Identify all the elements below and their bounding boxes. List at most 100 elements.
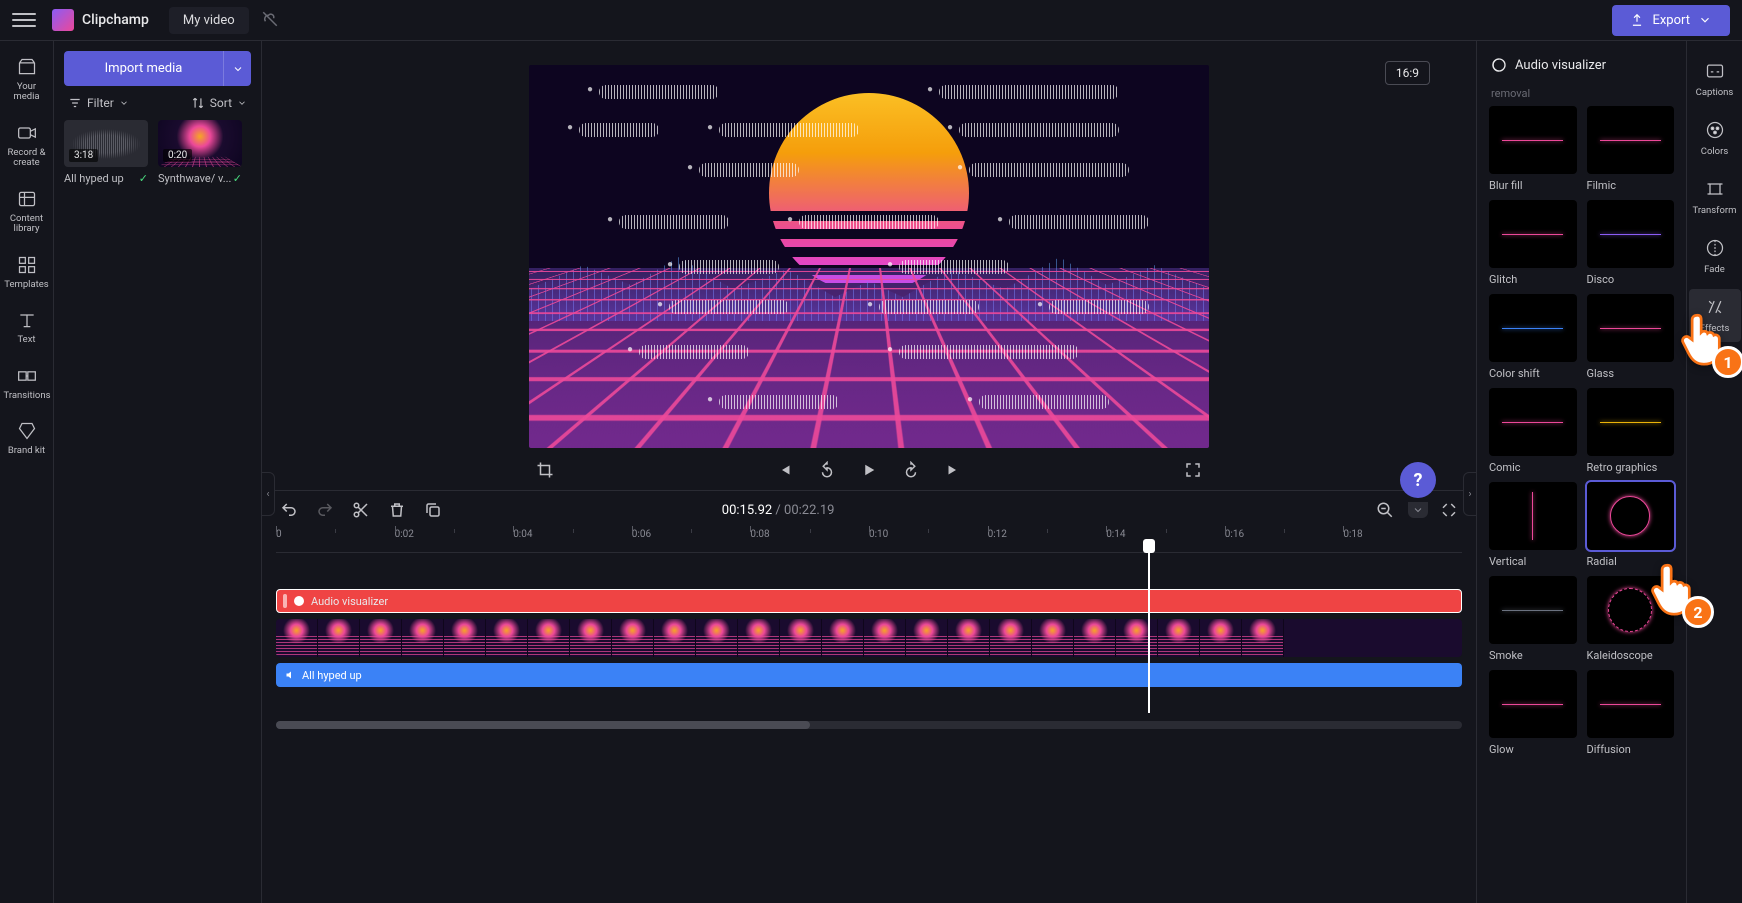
video-title-input[interactable]: My video xyxy=(169,7,249,34)
sync-off-icon[interactable] xyxy=(261,10,279,31)
video-preview[interactable] xyxy=(529,65,1209,448)
fx-label: Blur fill xyxy=(1489,179,1577,192)
brand-name: Clipchamp xyxy=(82,12,149,28)
undo-icon[interactable] xyxy=(280,501,298,519)
fx-label: Smoke xyxy=(1489,649,1577,662)
fx-item-filmic[interactable]: Filmic xyxy=(1587,106,1675,192)
effects-truncated-label: removal xyxy=(1485,87,1678,100)
rail-templates[interactable]: Templates xyxy=(2,247,52,298)
ruler-tick: 0:18 xyxy=(1343,529,1362,540)
fx-item-color-shift[interactable]: Color shift xyxy=(1489,294,1577,380)
track-audio-visualizer[interactable]: Audio visualizer xyxy=(276,589,1462,613)
crop-icon[interactable] xyxy=(535,460,555,480)
ruler-tick: 0:10 xyxy=(869,529,888,540)
import-media-button[interactable]: Import media xyxy=(64,51,223,86)
skip-back-icon[interactable] xyxy=(775,460,795,480)
panel-title: Audio visualizer xyxy=(1485,53,1678,87)
duplicate-icon[interactable] xyxy=(424,501,442,519)
sort-button[interactable]: Sort xyxy=(191,96,247,110)
media-panel: Import media Filter Sort 3:18 All hyped … xyxy=(54,41,262,903)
rr-effects[interactable]: Effects xyxy=(1689,289,1741,342)
skip-forward-icon[interactable] xyxy=(943,460,963,480)
export-button[interactable]: Export xyxy=(1612,5,1730,36)
left-nav-rail: Your media Record & create Content libra… xyxy=(0,41,54,903)
hamburger-icon[interactable] xyxy=(12,8,36,32)
fx-item-glow[interactable]: Glow xyxy=(1489,670,1577,756)
check-icon: ✓ xyxy=(139,172,148,185)
rail-transitions[interactable]: Transitions xyxy=(2,358,52,409)
fx-label: Glass xyxy=(1587,367,1675,380)
app-header: Clipchamp My video Export xyxy=(0,0,1742,41)
filter-button[interactable]: Filter xyxy=(68,96,129,110)
zoom-fit-icon[interactable] xyxy=(1440,501,1458,519)
fullscreen-icon[interactable] xyxy=(1183,460,1203,480)
media-item-video[interactable]: 0:20 Synthwave/ v...✓ xyxy=(158,120,242,185)
fx-item-radial[interactable]: Radial xyxy=(1587,482,1675,568)
fx-label: Retro graphics xyxy=(1587,461,1675,474)
zoom-out-icon[interactable] xyxy=(1376,501,1394,519)
fx-item-smoke[interactable]: Smoke xyxy=(1489,576,1577,662)
fx-label: Radial xyxy=(1587,555,1675,568)
ruler-tick: 0:12 xyxy=(988,529,1007,540)
rail-record[interactable]: Record & create xyxy=(2,115,52,177)
ruler-tick: 0:04 xyxy=(513,529,532,540)
fx-item-comic[interactable]: Comic xyxy=(1489,388,1577,474)
center-area: ‹ › 16:9 xyxy=(262,41,1476,903)
fx-label: Filmic xyxy=(1587,179,1675,192)
forward-icon[interactable] xyxy=(901,460,921,480)
fx-item-blur-fill[interactable]: Blur fill xyxy=(1489,106,1577,192)
timeline-toolbar: 00:15.92 / 00:22.19 xyxy=(262,490,1476,529)
rail-your-media[interactable]: Your media xyxy=(2,49,52,111)
check-icon: ✓ xyxy=(233,172,242,185)
time-display: 00:15.92 / 00:22.19 xyxy=(722,503,835,518)
media-item-audio[interactable]: 3:18 All hyped up✓ xyxy=(64,120,148,185)
fx-label: Color shift xyxy=(1489,367,1577,380)
rr-colors[interactable]: Colors xyxy=(1689,112,1741,165)
fx-item-disco[interactable]: Disco xyxy=(1587,200,1675,286)
track-video[interactable] xyxy=(276,619,1462,657)
fx-label: Vertical xyxy=(1489,555,1577,568)
aspect-ratio-button[interactable]: 16:9 xyxy=(1385,61,1430,85)
clipchamp-logo-icon xyxy=(52,9,74,31)
rail-brand-kit[interactable]: Brand kit xyxy=(2,413,52,464)
playhead[interactable] xyxy=(1148,549,1150,713)
export-label: Export xyxy=(1652,13,1690,28)
fx-item-vertical[interactable]: Vertical xyxy=(1489,482,1577,568)
ruler-tick: 0:16 xyxy=(1225,529,1244,540)
help-button[interactable]: ? xyxy=(1400,462,1436,498)
fx-label: Comic xyxy=(1489,461,1577,474)
delete-icon[interactable] xyxy=(388,501,406,519)
fx-item-glitch[interactable]: Glitch xyxy=(1489,200,1577,286)
rewind-icon[interactable] xyxy=(817,460,837,480)
play-icon[interactable] xyxy=(859,460,879,480)
timeline-tracks: Audio visualizer All hyped up xyxy=(262,553,1476,713)
import-media-dropdown[interactable] xyxy=(223,51,251,86)
rr-captions[interactable]: Captions xyxy=(1689,53,1741,106)
redo-icon[interactable] xyxy=(316,501,334,519)
fx-item-diffusion[interactable]: Diffusion xyxy=(1587,670,1675,756)
timeline-ruler[interactable]: 0 0:02 0:04 0:06 0:08 0:10 0:12 0:14 0:16 0:18 xyxy=(276,529,1462,553)
rail-text[interactable]: Text xyxy=(2,302,52,353)
fx-label: Glow xyxy=(1489,743,1577,756)
ruler-tick: 0:14 xyxy=(1106,529,1125,540)
track-audio[interactable]: All hyped up xyxy=(276,663,1462,687)
rail-content-library[interactable]: Content library xyxy=(2,181,52,243)
fx-label: Diffusion xyxy=(1587,743,1675,756)
ruler-tick: 0:02 xyxy=(395,529,414,540)
ruler-tick: 0:08 xyxy=(750,529,769,540)
expand-chevron-icon[interactable] xyxy=(1408,502,1428,518)
fx-label: Glitch xyxy=(1489,273,1577,286)
split-icon[interactable] xyxy=(352,501,370,519)
rr-transform[interactable]: Transform xyxy=(1689,171,1741,224)
fx-item-retro-graphics[interactable]: Retro graphics xyxy=(1587,388,1675,474)
timeline-scrollbar[interactable] xyxy=(276,721,1462,729)
ruler-tick: 0:06 xyxy=(632,529,651,540)
right-properties-rail: Captions Colors Transform Fade Effects xyxy=(1686,41,1742,903)
ruler-tick: 0 xyxy=(276,529,282,540)
fx-item-glass[interactable]: Glass xyxy=(1587,294,1675,380)
fx-label: Kaleidoscope xyxy=(1587,649,1675,662)
fx-label: Disco xyxy=(1587,273,1675,286)
effects-panel: Audio visualizer removal Blur fill Filmic… xyxy=(1476,41,1686,903)
fx-item-kaleidoscope[interactable]: Kaleidoscope xyxy=(1587,576,1675,662)
rr-fade[interactable]: Fade xyxy=(1689,230,1741,283)
